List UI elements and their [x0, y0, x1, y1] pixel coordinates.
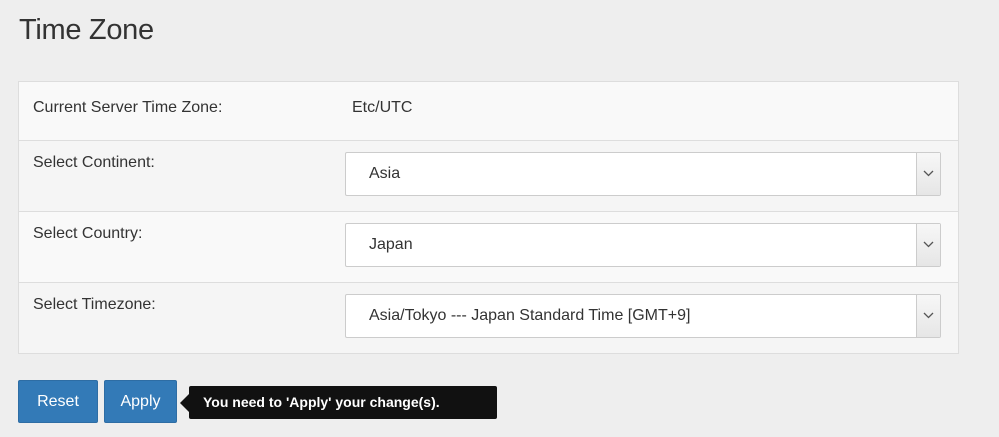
country-row: Select Country: Japan	[18, 211, 959, 283]
country-selected-value: Japan	[369, 236, 413, 253]
tooltip-arrow	[180, 394, 189, 412]
reset-button[interactable]: Reset	[18, 380, 98, 423]
timezone-row: Select Timezone: Asia/Tokyo --- Japan St…	[18, 282, 959, 354]
continent-row: Select Continent: Asia	[18, 140, 959, 212]
timezone-selected-value: Asia/Tokyo --- Japan Standard Time [GMT+…	[369, 307, 691, 324]
country-label: Select Country:	[33, 225, 143, 242]
timezone-select[interactable]: Asia/Tokyo --- Japan Standard Time [GMT+…	[345, 294, 941, 338]
timezone-settings-table: Current Server Time Zone: Etc/UTC Select…	[18, 81, 959, 354]
continent-label: Select Continent:	[33, 154, 155, 171]
chevron-down-icon[interactable]	[916, 224, 940, 266]
continent-select[interactable]: Asia	[345, 152, 941, 196]
continent-selected-value: Asia	[369, 165, 401, 182]
current-timezone-value: Etc/UTC	[352, 99, 413, 116]
chevron-down-icon[interactable]	[916, 153, 940, 195]
apply-reminder-tooltip: You need to 'Apply' your change(s).	[189, 386, 497, 419]
timezone-label: Select Timezone:	[33, 296, 156, 313]
current-timezone-label: Current Server Time Zone:	[33, 99, 223, 116]
chevron-down-icon[interactable]	[916, 295, 940, 337]
apply-button[interactable]: Apply	[104, 380, 177, 423]
country-select[interactable]: Japan	[345, 223, 941, 267]
current-timezone-row: Current Server Time Zone: Etc/UTC	[18, 81, 959, 141]
page-title: Time Zone	[19, 14, 154, 46]
